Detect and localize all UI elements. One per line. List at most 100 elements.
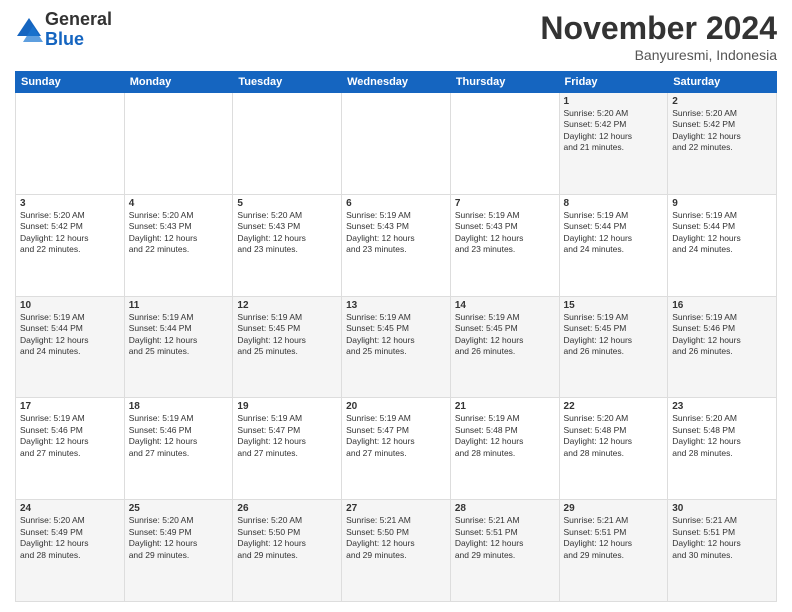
calendar-cell: 27Sunrise: 5:21 AM Sunset: 5:50 PM Dayli… — [342, 500, 451, 602]
day-info: Sunrise: 5:21 AM Sunset: 5:51 PM Dayligh… — [672, 515, 772, 561]
day-info: Sunrise: 5:19 AM Sunset: 5:43 PM Dayligh… — [346, 210, 446, 256]
day-number: 19 — [237, 401, 337, 412]
header-row: Sunday Monday Tuesday Wednesday Thursday… — [16, 72, 777, 93]
calendar-cell: 16Sunrise: 5:19 AM Sunset: 5:46 PM Dayli… — [668, 296, 777, 398]
calendar-cell — [342, 93, 451, 195]
day-info: Sunrise: 5:19 AM Sunset: 5:45 PM Dayligh… — [346, 312, 446, 358]
calendar-week-2: 3Sunrise: 5:20 AM Sunset: 5:42 PM Daylig… — [16, 194, 777, 296]
day-info: Sunrise: 5:19 AM Sunset: 5:46 PM Dayligh… — [672, 312, 772, 358]
calendar-cell: 6Sunrise: 5:19 AM Sunset: 5:43 PM Daylig… — [342, 194, 451, 296]
day-number: 22 — [564, 401, 664, 412]
col-wednesday: Wednesday — [342, 72, 451, 93]
day-info: Sunrise: 5:20 AM Sunset: 5:42 PM Dayligh… — [564, 108, 664, 154]
day-info: Sunrise: 5:19 AM Sunset: 5:44 PM Dayligh… — [564, 210, 664, 256]
day-info: Sunrise: 5:20 AM Sunset: 5:49 PM Dayligh… — [129, 515, 229, 561]
day-number: 21 — [455, 401, 555, 412]
col-tuesday: Tuesday — [233, 72, 342, 93]
calendar-cell: 18Sunrise: 5:19 AM Sunset: 5:46 PM Dayli… — [124, 398, 233, 500]
day-info: Sunrise: 5:19 AM Sunset: 5:48 PM Dayligh… — [455, 413, 555, 459]
day-number: 29 — [564, 503, 664, 514]
day-number: 6 — [346, 198, 446, 209]
calendar-cell: 15Sunrise: 5:19 AM Sunset: 5:45 PM Dayli… — [559, 296, 668, 398]
day-info: Sunrise: 5:20 AM Sunset: 5:43 PM Dayligh… — [129, 210, 229, 256]
day-number: 5 — [237, 198, 337, 209]
day-number: 24 — [20, 503, 120, 514]
day-info: Sunrise: 5:19 AM Sunset: 5:45 PM Dayligh… — [564, 312, 664, 358]
col-monday: Monday — [124, 72, 233, 93]
day-number: 7 — [455, 198, 555, 209]
calendar-cell: 13Sunrise: 5:19 AM Sunset: 5:45 PM Dayli… — [342, 296, 451, 398]
day-number: 20 — [346, 401, 446, 412]
day-number: 4 — [129, 198, 229, 209]
calendar-table: Sunday Monday Tuesday Wednesday Thursday… — [15, 71, 777, 602]
day-info: Sunrise: 5:20 AM Sunset: 5:42 PM Dayligh… — [672, 108, 772, 154]
calendar-body: 1Sunrise: 5:20 AM Sunset: 5:42 PM Daylig… — [16, 93, 777, 602]
calendar-week-5: 24Sunrise: 5:20 AM Sunset: 5:49 PM Dayli… — [16, 500, 777, 602]
day-number: 2 — [672, 96, 772, 107]
calendar-cell: 2Sunrise: 5:20 AM Sunset: 5:42 PM Daylig… — [668, 93, 777, 195]
calendar-cell: 20Sunrise: 5:19 AM Sunset: 5:47 PM Dayli… — [342, 398, 451, 500]
day-info: Sunrise: 5:19 AM Sunset: 5:44 PM Dayligh… — [672, 210, 772, 256]
calendar-week-4: 17Sunrise: 5:19 AM Sunset: 5:46 PM Dayli… — [16, 398, 777, 500]
calendar-cell: 25Sunrise: 5:20 AM Sunset: 5:49 PM Dayli… — [124, 500, 233, 602]
calendar-cell: 4Sunrise: 5:20 AM Sunset: 5:43 PM Daylig… — [124, 194, 233, 296]
calendar-cell: 22Sunrise: 5:20 AM Sunset: 5:48 PM Dayli… — [559, 398, 668, 500]
title-block: November 2024 Banyuresmi, Indonesia — [540, 10, 777, 63]
logo-blue: Blue — [45, 30, 112, 50]
day-number: 12 — [237, 300, 337, 311]
header: General Blue November 2024 Banyuresmi, I… — [15, 10, 777, 63]
day-number: 14 — [455, 300, 555, 311]
calendar-cell: 5Sunrise: 5:20 AM Sunset: 5:43 PM Daylig… — [233, 194, 342, 296]
calendar-cell: 8Sunrise: 5:19 AM Sunset: 5:44 PM Daylig… — [559, 194, 668, 296]
col-sunday: Sunday — [16, 72, 125, 93]
logo: General Blue — [15, 10, 112, 50]
calendar-cell: 3Sunrise: 5:20 AM Sunset: 5:42 PM Daylig… — [16, 194, 125, 296]
day-info: Sunrise: 5:20 AM Sunset: 5:43 PM Dayligh… — [237, 210, 337, 256]
day-info: Sunrise: 5:19 AM Sunset: 5:45 PM Dayligh… — [455, 312, 555, 358]
calendar-cell: 7Sunrise: 5:19 AM Sunset: 5:43 PM Daylig… — [450, 194, 559, 296]
day-number: 1 — [564, 96, 664, 107]
day-number: 25 — [129, 503, 229, 514]
col-saturday: Saturday — [668, 72, 777, 93]
day-info: Sunrise: 5:19 AM Sunset: 5:46 PM Dayligh… — [20, 413, 120, 459]
day-number: 3 — [20, 198, 120, 209]
day-info: Sunrise: 5:20 AM Sunset: 5:49 PM Dayligh… — [20, 515, 120, 561]
day-info: Sunrise: 5:21 AM Sunset: 5:51 PM Dayligh… — [564, 515, 664, 561]
day-number: 28 — [455, 503, 555, 514]
day-info: Sunrise: 5:21 AM Sunset: 5:51 PM Dayligh… — [455, 515, 555, 561]
col-friday: Friday — [559, 72, 668, 93]
day-number: 15 — [564, 300, 664, 311]
logo-general: General — [45, 10, 112, 30]
day-number: 8 — [564, 198, 664, 209]
day-number: 16 — [672, 300, 772, 311]
page: General Blue November 2024 Banyuresmi, I… — [0, 0, 792, 612]
logo-icon — [15, 16, 43, 44]
calendar-cell: 29Sunrise: 5:21 AM Sunset: 5:51 PM Dayli… — [559, 500, 668, 602]
calendar-cell: 1Sunrise: 5:20 AM Sunset: 5:42 PM Daylig… — [559, 93, 668, 195]
calendar-cell: 19Sunrise: 5:19 AM Sunset: 5:47 PM Dayli… — [233, 398, 342, 500]
day-info: Sunrise: 5:20 AM Sunset: 5:48 PM Dayligh… — [564, 413, 664, 459]
day-number: 10 — [20, 300, 120, 311]
day-number: 11 — [129, 300, 229, 311]
calendar-cell: 14Sunrise: 5:19 AM Sunset: 5:45 PM Dayli… — [450, 296, 559, 398]
calendar-cell: 24Sunrise: 5:20 AM Sunset: 5:49 PM Dayli… — [16, 500, 125, 602]
day-info: Sunrise: 5:20 AM Sunset: 5:42 PM Dayligh… — [20, 210, 120, 256]
day-info: Sunrise: 5:19 AM Sunset: 5:45 PM Dayligh… — [237, 312, 337, 358]
calendar-cell: 10Sunrise: 5:19 AM Sunset: 5:44 PM Dayli… — [16, 296, 125, 398]
col-thursday: Thursday — [450, 72, 559, 93]
day-number: 18 — [129, 401, 229, 412]
day-number: 13 — [346, 300, 446, 311]
day-info: Sunrise: 5:19 AM Sunset: 5:47 PM Dayligh… — [237, 413, 337, 459]
calendar-week-1: 1Sunrise: 5:20 AM Sunset: 5:42 PM Daylig… — [16, 93, 777, 195]
calendar-cell: 30Sunrise: 5:21 AM Sunset: 5:51 PM Dayli… — [668, 500, 777, 602]
calendar-cell — [124, 93, 233, 195]
day-number: 30 — [672, 503, 772, 514]
day-info: Sunrise: 5:19 AM Sunset: 5:43 PM Dayligh… — [455, 210, 555, 256]
day-info: Sunrise: 5:19 AM Sunset: 5:46 PM Dayligh… — [129, 413, 229, 459]
day-info: Sunrise: 5:19 AM Sunset: 5:44 PM Dayligh… — [20, 312, 120, 358]
day-info: Sunrise: 5:20 AM Sunset: 5:48 PM Dayligh… — [672, 413, 772, 459]
calendar-cell: 17Sunrise: 5:19 AM Sunset: 5:46 PM Dayli… — [16, 398, 125, 500]
day-info: Sunrise: 5:20 AM Sunset: 5:50 PM Dayligh… — [237, 515, 337, 561]
day-info: Sunrise: 5:21 AM Sunset: 5:50 PM Dayligh… — [346, 515, 446, 561]
calendar-cell: 23Sunrise: 5:20 AM Sunset: 5:48 PM Dayli… — [668, 398, 777, 500]
